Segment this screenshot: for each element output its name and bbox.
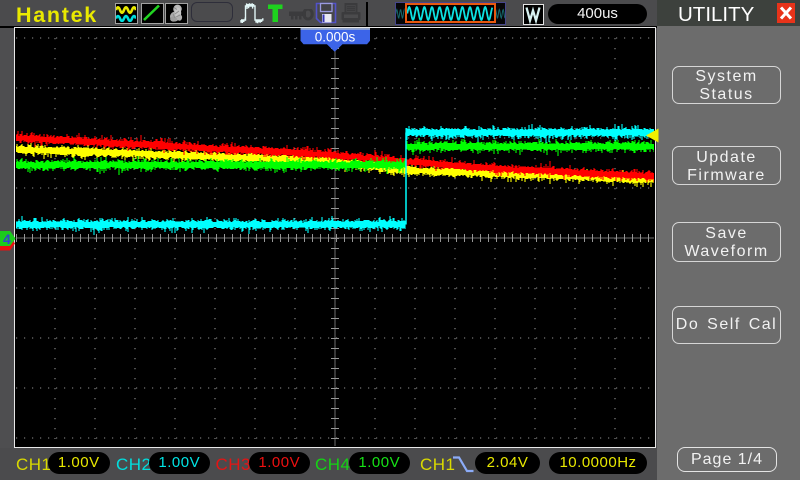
svg-text:4: 4 [3,231,11,247]
svg-text:0.000s: 0.000s [315,30,356,45]
